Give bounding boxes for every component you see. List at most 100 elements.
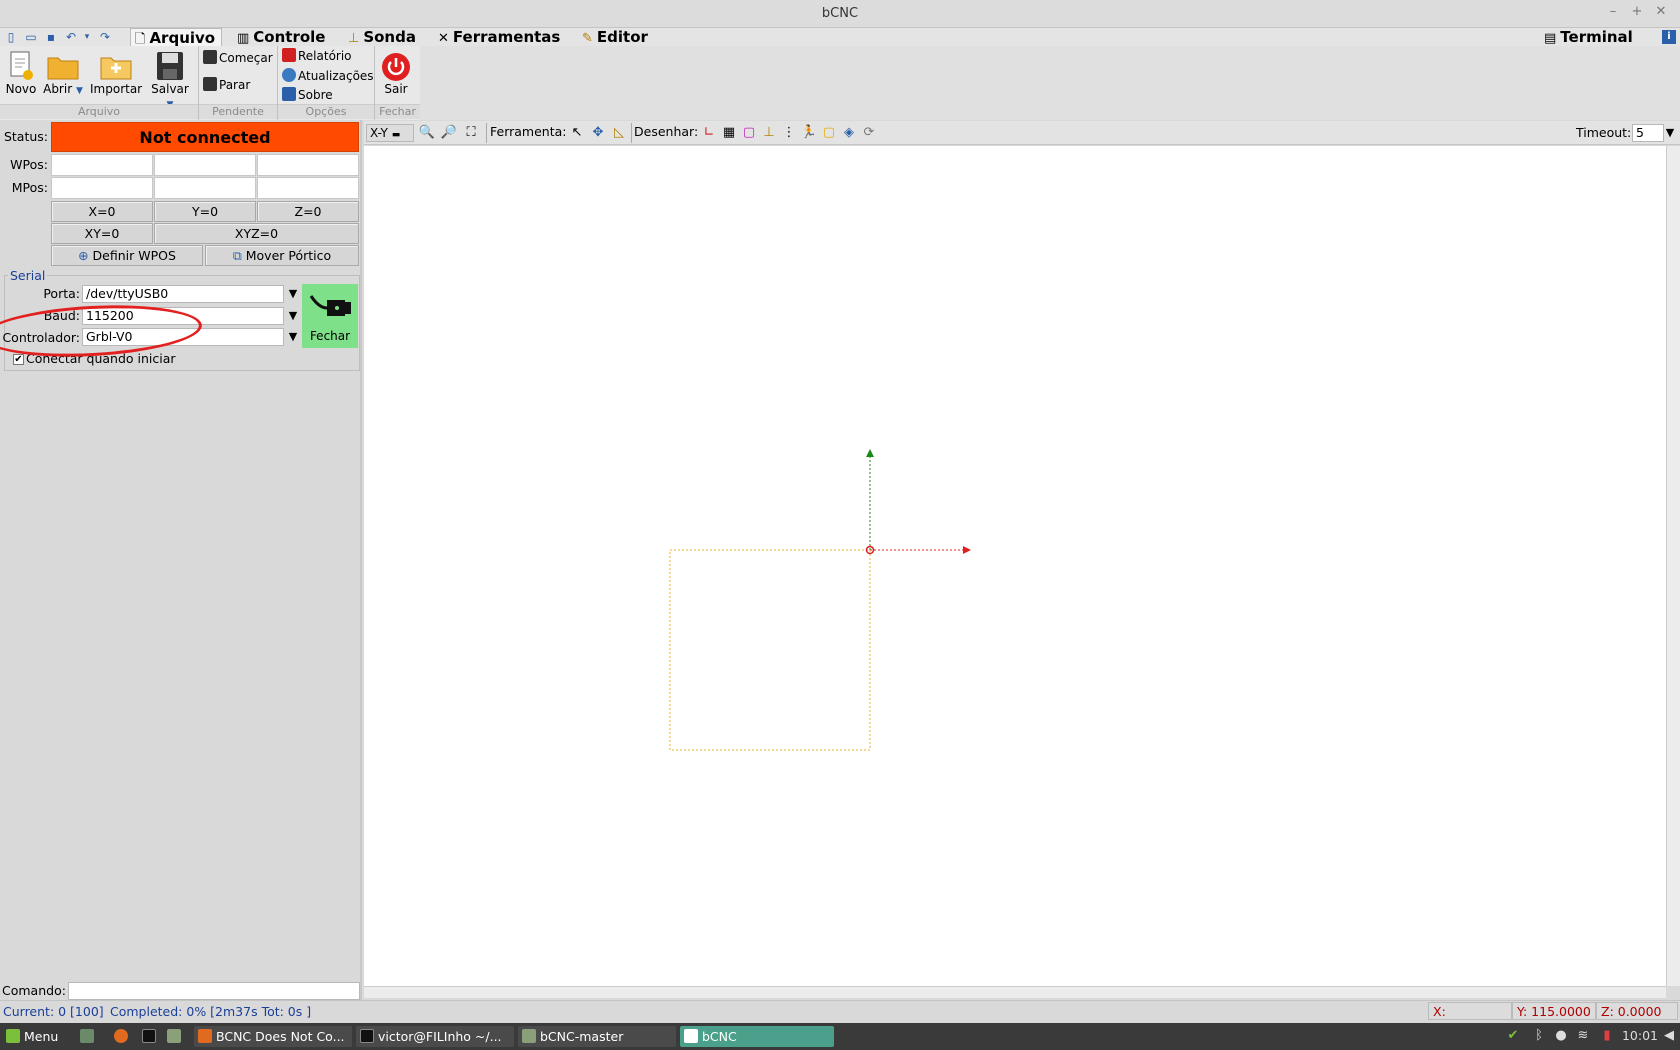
import-folder-icon [100,57,132,80]
zero-xy-button[interactable]: XY=0 [51,223,153,244]
new-file-icon[interactable]: ▯ [4,30,18,44]
redo-icon[interactable]: ↷ [98,30,112,44]
save-icon[interactable]: ▪ [44,30,58,44]
wpos-z [257,154,359,176]
x-readout: X: -504.0000 [1428,1002,1512,1037]
volume-icon[interactable]: ◀ [1660,1028,1678,1043]
relatorio-button[interactable]: Relatório [282,48,352,63]
zoom-out-icon[interactable]: 🔎 [440,124,458,142]
definir-wpos-button[interactable]: ⊕ Definir WPOS [51,245,203,266]
novo-button[interactable]: Novo [4,50,38,96]
bluetooth-icon[interactable]: ᛒ [1530,1028,1548,1043]
tab-editor[interactable]: ✎ Editor [578,28,654,46]
grid-icon[interactable]: ▦ [720,124,738,142]
workarea-icon[interactable]: ⋮ [780,124,798,142]
zero-xyz-button[interactable]: XYZ=0 [154,223,359,244]
probe-icon[interactable]: ⊥ [760,124,778,142]
minimize-icon[interactable]: – [1603,4,1623,19]
select-arrow-icon[interactable]: ↖ [568,124,586,142]
open-folder-icon[interactable]: ▭ [24,30,38,44]
comecar-button[interactable]: Começar [203,50,273,65]
user-info-icon [282,87,296,101]
pencil-icon: ✎ [582,31,593,46]
vertical-scrollbar[interactable] [1666,146,1680,986]
rapid-move-icon[interactable]: 🏃 [800,124,818,142]
view-select[interactable]: X-Y ▬ [366,124,414,142]
chevron-down-icon[interactable]: ▼ [285,285,301,303]
close-icon[interactable]: ✕ [1651,4,1671,19]
stop-icon [203,77,217,91]
zero-y-button[interactable]: Y=0 [154,201,256,222]
importar-button[interactable]: Importar [90,50,142,96]
salvar-button[interactable]: Salvar ▼ [146,50,194,110]
chevron-down-icon[interactable]: ▼ [1662,124,1678,142]
probe-icon: ⊥ [348,31,360,46]
move-gantry-icon: ⧉ [232,248,242,263]
terminal-launcher-icon[interactable] [138,1026,160,1047]
autoconnect-checkbox[interactable]: ✔ [13,354,24,365]
horizontal-scrollbar[interactable] [364,986,1666,998]
camera-icon[interactable]: ▢ [820,124,838,142]
crosshair-icon: ⊕ [78,248,89,263]
mpos-z [257,177,359,199]
battery-icon[interactable]: ▮ [1598,1028,1616,1043]
mint-logo-icon [6,1029,20,1043]
play-icon [203,50,217,64]
zero-x-button[interactable]: X=0 [51,201,153,222]
canvas-drawing [669,449,971,751]
mover-portico-button[interactable]: ⧉ Mover Pórtico [205,245,359,266]
task-terminal[interactable]: victor@FILInho ~/... [356,1026,514,1047]
tab-ferramentas[interactable]: ✕ Ferramentas [434,28,566,46]
canvas[interactable] [364,146,1666,986]
globe-icon [282,68,296,82]
window-title: bCNC [821,6,859,21]
tab-terminal[interactable]: ▤ Terminal [1540,28,1639,46]
status-badge: Not connected [51,122,359,152]
wpos-y [154,154,256,176]
wifi-icon[interactable]: ≋ [1574,1028,1592,1043]
mpos-label: MPos: [11,180,48,195]
firefox-icon[interactable] [110,1026,132,1047]
ruler-icon[interactable]: ◺ [610,124,628,142]
pan-icon[interactable]: ✥ [589,124,607,142]
task-bcnc[interactable]: bCNC [680,1026,834,1047]
chevron-down-icon[interactable]: ▼ [285,307,301,325]
shield-icon[interactable]: ✔ [1504,1028,1522,1043]
show-desktop-icon[interactable] [76,1026,98,1047]
files-launcher-icon[interactable] [163,1026,185,1047]
zoom-fit-icon[interactable]: ⛶ [462,124,480,142]
abrir-button[interactable]: Abrir ▼ [42,50,84,96]
porta-combo[interactable]: /dev/ttyUSB0 [82,285,284,303]
task-bcnc-master[interactable]: bCNC-master [518,1026,676,1047]
refresh-icon[interactable]: ⟳ [860,124,878,142]
tab-arquivo[interactable]: 🗋 Arquivo [130,28,223,47]
undo-icon[interactable]: ↶ [64,30,78,44]
chevron-down-icon: ▼ [75,86,83,96]
layers-icon[interactable]: ◈ [840,124,858,142]
zoom-in-icon[interactable]: 🔍 [418,124,436,142]
timeout-spin[interactable]: 5 [1632,124,1664,142]
sobre-button[interactable]: Sobre [282,87,333,102]
margin-icon[interactable]: ▢ [740,124,758,142]
comando-input[interactable] [68,982,360,1000]
start-menu-button[interactable]: Menu [2,1026,72,1047]
tab-controle[interactable]: ▥ Controle [233,28,331,46]
sair-button[interactable]: Sair [378,52,414,96]
task-bcnc-browser[interactable]: BCNC Does Not Co... [194,1026,352,1047]
tab-sonda[interactable]: ⊥ Sonda [344,28,422,46]
user-icon[interactable]: ● [1552,1028,1570,1043]
usb-plug-icon [309,295,351,316]
parar-button[interactable]: Parar [203,77,250,92]
axes-icon[interactable]: ∟ [700,124,718,142]
info-icon[interactable]: i [1662,30,1676,44]
chevron-down-icon[interactable]: ▼ [285,328,301,346]
folder-icon [47,57,79,80]
z-readout: Z: 0.0000 [1596,1002,1678,1020]
fechar-button[interactable]: Fechar [302,284,358,348]
maximize-icon[interactable]: + [1627,4,1647,19]
undo-dropdown-icon[interactable]: ▾ [80,30,94,44]
toolbar-separator [631,123,632,143]
new-file-icon [10,51,33,80]
zero-z-button[interactable]: Z=0 [257,201,359,222]
atualizacoes-button[interactable]: Atualizações [282,68,374,83]
